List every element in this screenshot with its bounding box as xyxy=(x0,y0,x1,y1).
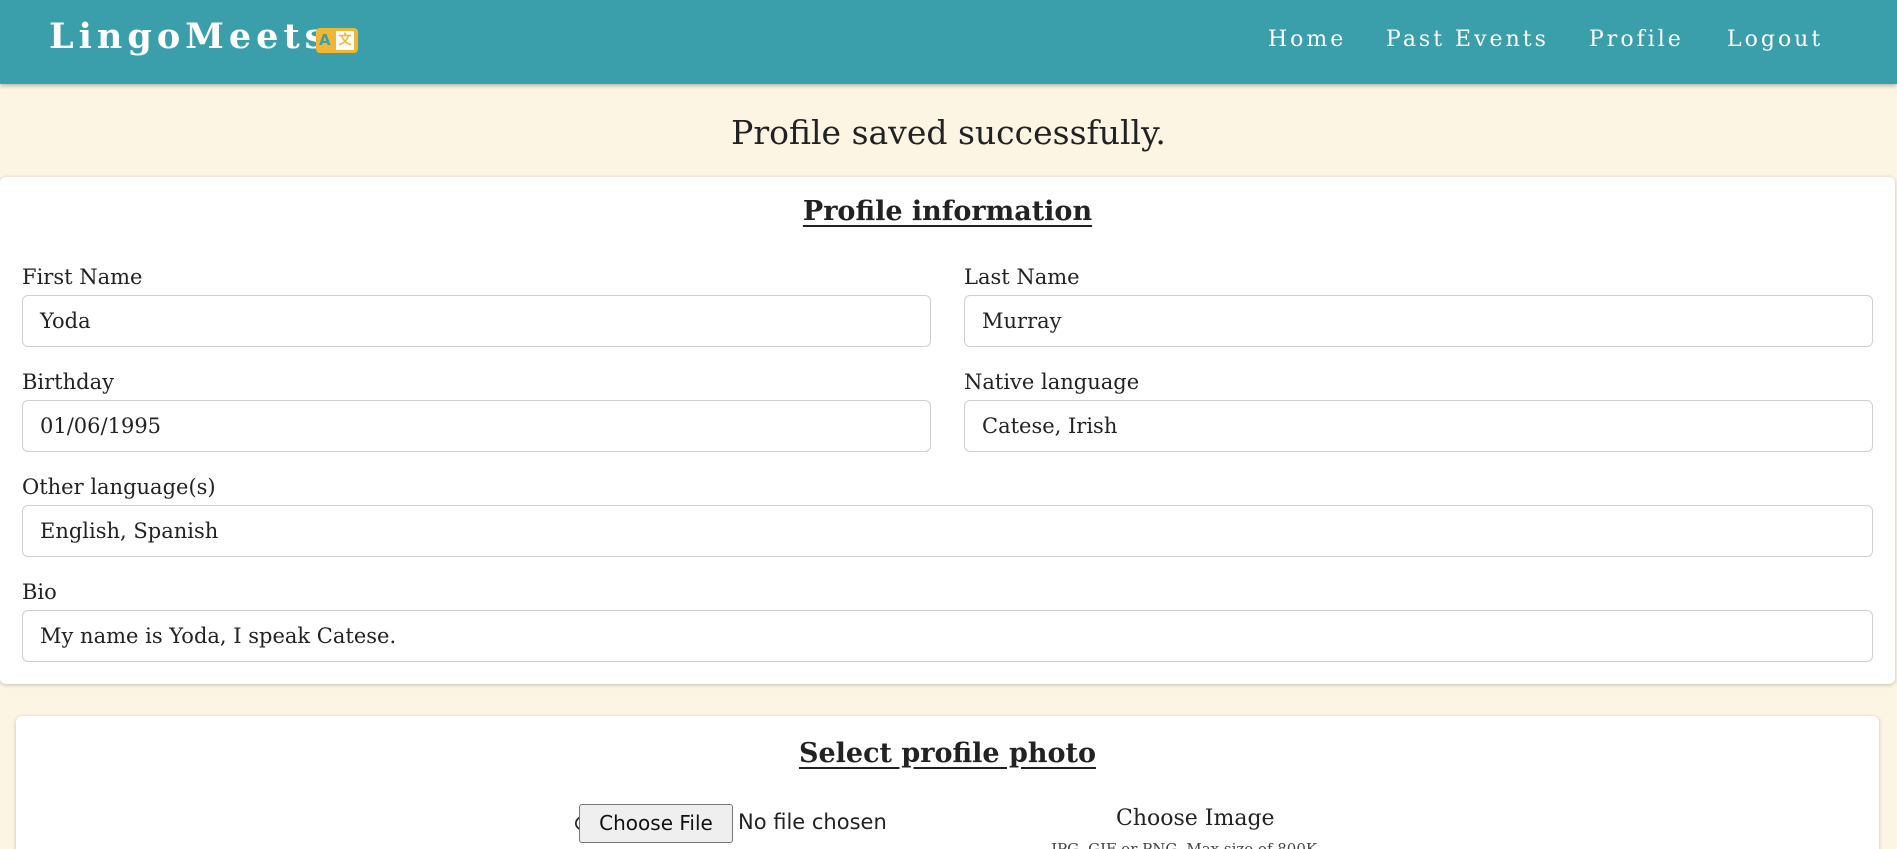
no-file-chosen-text: No file chosen xyxy=(738,810,887,834)
last-name-input[interactable]: Murray xyxy=(964,295,1873,347)
nav-home[interactable]: Home xyxy=(1268,27,1346,52)
last-name-label: Last Name xyxy=(964,265,1080,289)
success-message: Profile saved successfully. xyxy=(731,113,1166,152)
nav-past-events[interactable]: Past Events xyxy=(1386,27,1549,52)
native-language-input[interactable]: Catese, Irish xyxy=(964,400,1873,452)
brand-logo[interactable]: LingoMeets xyxy=(49,16,329,57)
choose-file-button[interactable]: Choose File xyxy=(579,804,733,843)
nav-profile[interactable]: Profile xyxy=(1589,27,1684,52)
other-languages-input[interactable]: English, Spanish xyxy=(22,505,1873,557)
translate-icon-letter: A xyxy=(319,31,331,49)
first-name-label: First Name xyxy=(22,265,143,289)
birthday-input[interactable]: 01/06/1995 xyxy=(22,400,931,452)
nav-logout[interactable]: Logout xyxy=(1727,27,1823,52)
profile-info-card: Profile information First Name Yoda Last… xyxy=(0,177,1895,684)
other-languages-label: Other language(s) xyxy=(22,475,216,499)
profile-info-title: Profile information xyxy=(802,196,1093,227)
bio-input[interactable]: My name is Yoda, I speak Catese. xyxy=(22,610,1873,662)
native-language-label: Native language xyxy=(964,370,1140,394)
first-name-input[interactable]: Yoda xyxy=(22,295,931,347)
profile-photo-card: Select profile photo Choose File No file… xyxy=(16,716,1879,849)
navbar: LingoMeets A 文 Home Past Events Profile … xyxy=(0,0,1897,84)
file-format-hint: JPG, GIF or PNG. Max size of 800K xyxy=(1051,840,1318,849)
profile-photo-title: Select profile photo xyxy=(799,738,1096,769)
birthday-label: Birthday xyxy=(22,370,114,394)
choose-image-label: Choose Image xyxy=(1116,806,1275,831)
bio-label: Bio xyxy=(22,580,57,604)
translate-icon: A 文 xyxy=(316,28,358,53)
translate-icon-glyph: 文 xyxy=(336,31,354,50)
